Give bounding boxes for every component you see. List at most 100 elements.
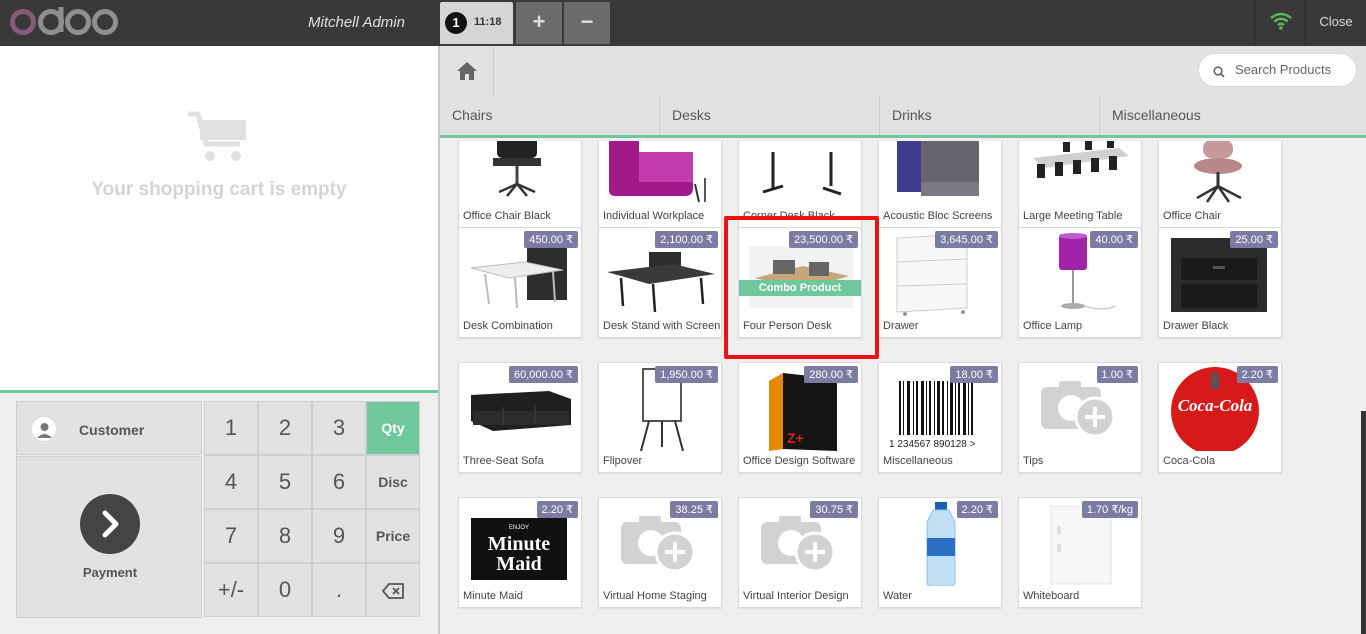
backspace-button[interactable] [366, 563, 420, 617]
product-image [463, 141, 577, 206]
product-name: Individual Workplace [603, 210, 705, 222]
category-drinks[interactable]: Drinks [880, 96, 1100, 135]
numpad-key-9[interactable]: 9 [312, 509, 366, 563]
product-minute-maid[interactable]: ENJOY Minute Maid 2.20 ₹ Minute Maid [458, 497, 582, 608]
product-whiteboard[interactable]: 1.70 ₹/kg Whiteboard [1018, 497, 1142, 608]
product-acoustic-bloc-screens[interactable]: Acoustic Bloc Screens [878, 141, 1002, 228]
product-image [603, 141, 717, 206]
product-price: 2.20 ₹ [956, 501, 998, 518]
price-mode-button[interactable]: Price [366, 509, 420, 563]
numpad-key-4[interactable]: 4 [204, 455, 258, 509]
numpad-key-7[interactable]: 7 [204, 509, 258, 563]
product-virtual-interior-design[interactable]: 30.75 ₹ Virtual Interior Design [738, 497, 862, 608]
category-desks[interactable]: Desks [660, 96, 880, 135]
product-drawer-black[interactable]: 25.00 ₹ Drawer Black [1158, 227, 1282, 338]
close-button[interactable]: Close [1306, 0, 1366, 46]
product-tips[interactable]: 1.00 ₹ Tips [1018, 362, 1142, 473]
product-corner-desk-black[interactable]: Corner Desk Black [738, 141, 862, 228]
product-name: Large Meeting Table [1023, 210, 1123, 222]
product-large-meeting-table[interactable]: Large Meeting Table [1018, 141, 1142, 228]
coca-cola-logo-text: Coca-Cola [1178, 396, 1253, 415]
add-order-button[interactable]: + [516, 2, 562, 44]
product-virtual-home-staging[interactable]: 38.25 ₹ Virtual Home Staging [598, 497, 722, 608]
numpad-key-dot[interactable]: . [312, 563, 366, 617]
search-input[interactable] [1235, 62, 1350, 77]
product-name: Minute Maid [463, 590, 523, 602]
software-box-text: Z+ [787, 430, 804, 446]
numpad-key-8[interactable]: 8 [258, 509, 312, 563]
product-name: Acoustic Bloc Screens [883, 210, 993, 222]
wifi-icon [1270, 12, 1292, 30]
product-price: 40.00 ₹ [1090, 231, 1138, 248]
product-price: 30.75 ₹ [810, 501, 858, 518]
product-price: 3,645.00 ₹ [935, 231, 998, 248]
product-flipover[interactable]: 1,950.00 ₹ Flipover [598, 362, 722, 473]
numpad-key-0[interactable]: 0 [258, 563, 312, 617]
top-bar: Mitchell Admin 1 11:18 + − Close [0, 0, 1366, 46]
product-office-chair-black[interactable]: Office Chair Black [458, 141, 582, 228]
product-desk-combination[interactable]: 450.00 ₹ Desk Combination [458, 227, 582, 338]
numpad-key-2[interactable]: 2 [258, 401, 312, 455]
category-bar: Chairs Desks Drinks Miscellaneous [440, 96, 1366, 138]
numpad: 1 2 3 Qty 4 5 6 Disc 7 8 9 Price +/- 0 . [204, 401, 422, 619]
product-miscellaneous[interactable]: 1 234567 890128 > 18.00 ₹ Miscellaneous [878, 362, 1002, 473]
product-price: 38.25 ₹ [670, 501, 718, 518]
product-name: Virtual Interior Design [743, 590, 849, 602]
product-price: 2.20 ₹ [1236, 366, 1278, 383]
payment-button[interactable]: Payment [16, 456, 202, 618]
customer-avatar-icon [31, 416, 57, 442]
remove-order-button[interactable]: − [564, 2, 610, 44]
order-number: 1 [445, 12, 467, 34]
product-name: Office Chair Black [463, 210, 551, 222]
search-box[interactable] [1198, 53, 1357, 87]
combo-product-badge: Combo Product [739, 280, 861, 296]
product-name: Flipover [603, 455, 643, 467]
customer-button[interactable]: Customer [16, 401, 202, 455]
empty-cart-message: Your shopping cart is empty [91, 179, 347, 200]
numpad-key-5[interactable]: 5 [258, 455, 312, 509]
product-price: 1.70 ₹/kg [1081, 501, 1138, 518]
backspace-icon [382, 583, 404, 600]
connection-status[interactable] [1254, 0, 1306, 46]
disc-mode-button[interactable]: Disc [366, 455, 420, 509]
product-name: Desk Combination [463, 320, 553, 332]
category-miscellaneous[interactable]: Miscellaneous [1100, 96, 1366, 135]
qty-mode-button[interactable]: Qty [366, 401, 420, 455]
order-tab[interactable]: 1 11:18 [440, 2, 513, 44]
scrollbar-thumb[interactable] [1361, 411, 1366, 634]
order-time: 11:18 [474, 16, 502, 28]
odoo-logo [10, 7, 118, 35]
product-water[interactable]: 2.20 ₹ Water [878, 497, 1002, 608]
product-four-person-desk[interactable]: 23,500.00 ₹ Combo Product Four Person De… [738, 227, 862, 338]
product-name: Tips [1023, 455, 1044, 467]
product-name: Four Person Desk [743, 320, 832, 332]
product-price: 1.00 ₹ [1096, 366, 1138, 383]
numpad-key-3[interactable]: 3 [312, 401, 366, 455]
product-office-lamp[interactable]: 40.00 ₹ Office Lamp [1018, 227, 1142, 338]
product-three-seat-sofa[interactable]: 60,000.00 ₹ Three-Seat Sofa [458, 362, 582, 473]
minute-maid-logo-text-2: Maid [496, 553, 542, 575]
product-name: Desk Stand with Screen [603, 320, 721, 332]
home-button[interactable] [440, 46, 494, 96]
product-name: Office Design Software [743, 455, 856, 467]
category-chairs[interactable]: Chairs [440, 96, 660, 135]
numpad-key-6[interactable]: 6 [312, 455, 366, 509]
product-desk-stand-with-screen[interactable]: 2,100.00 ₹ Desk Stand with Screen [598, 227, 722, 338]
minute-maid-logo-text-1: Minute [488, 533, 550, 555]
product-image [743, 141, 857, 206]
product-office-design-software[interactable]: Z+ 280.00 ₹ Office Design Software [738, 362, 862, 473]
product-name: Corner Desk Black [743, 210, 835, 222]
product-individual-workplace[interactable]: Individual Workplace [598, 141, 722, 228]
numpad-key-plus-minus[interactable]: +/- [204, 563, 258, 617]
product-image [1163, 141, 1277, 206]
product-coca-cola[interactable]: Coca-Cola 2.20 ₹ Coca-Cola [1158, 362, 1282, 473]
product-name: Office Chair [1163, 210, 1221, 222]
barcode-digits: 1 234567 890128 > [889, 439, 976, 450]
product-price: 1,950.00 ₹ [655, 366, 718, 383]
product-name: Coca-Cola [1163, 455, 1215, 467]
product-office-chair[interactable]: Office Chair [1158, 141, 1282, 228]
numpad-key-1[interactable]: 1 [204, 401, 258, 455]
minute-maid-enjoy-text: ENJOY [509, 525, 529, 531]
product-price: 18.00 ₹ [950, 366, 998, 383]
product-drawer[interactable]: 3,645.00 ₹ Drawer [878, 227, 1002, 338]
